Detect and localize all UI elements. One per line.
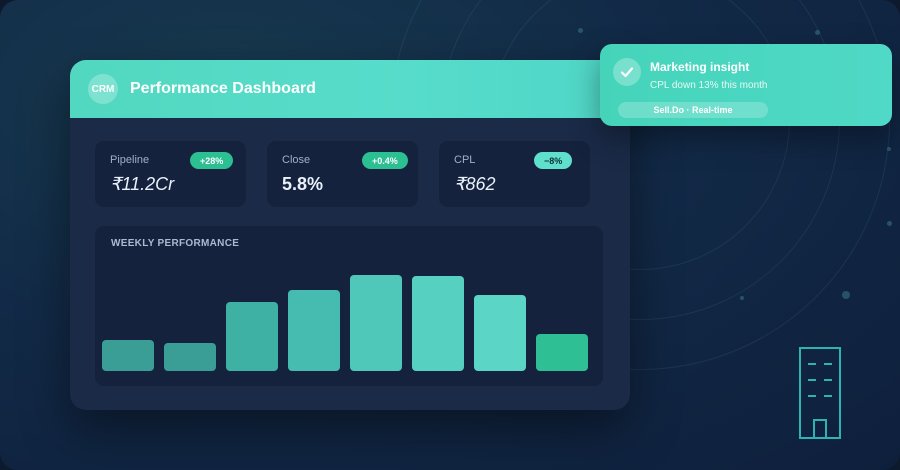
change-badge: −8% [534,152,573,169]
change-badge: +28% [190,152,234,169]
weekly-performance-chart: WEEKLY PERFORMANCE [94,225,604,387]
metric-value: 5.8% [282,174,324,194]
chart-bar-3 [226,302,278,371]
check-icon [613,58,641,86]
notification-toast[interactable]: Marketing insight CPL down 13% this mont… [600,44,892,126]
notification-subtitle: CPL down 13% this month [650,80,768,91]
decorative-dot [887,221,892,226]
decorative-dot [578,28,583,33]
decorative-dot [887,147,891,151]
dashboard-card: CRM Performance Dashboard Pipeline +28% … [70,60,630,410]
metric-label: Close [282,154,311,166]
metric-card-cpl[interactable]: CPL −8% ₹862 [438,140,591,208]
chart-bar-7 [474,295,526,371]
decorative-dot [842,291,850,299]
crm-logo: CRM [88,74,118,104]
metric-value: ₹862 [454,174,496,194]
decorative-dot [740,296,744,300]
chart-bar-1 [102,340,154,371]
page-title: Performance Dashboard [130,80,316,97]
notification-title: Marketing insight [650,60,750,74]
chart-bar-5 [350,275,402,371]
chart-bar-6 [412,276,464,371]
chart-bar-8 [536,334,588,371]
change-badge: +0.4% [362,152,408,169]
chart-bar-2 [164,343,216,371]
source-tag: Sell.Do · Real-time [618,102,768,118]
metric-label: CPL [454,154,476,166]
decorative-dot [815,30,820,35]
chart-bar-4 [288,290,340,371]
metric-value: ₹11.2Cr [110,174,175,194]
dashboard-header: CRM Performance Dashboard [70,60,630,118]
metric-card-pipeline[interactable]: Pipeline +28% ₹11.2Cr [94,140,247,208]
metric-card-close[interactable]: Close +0.4% 5.8% [266,140,419,208]
metric-label: Pipeline [110,154,150,166]
building-icon [799,347,841,439]
bar-chart [102,275,588,371]
